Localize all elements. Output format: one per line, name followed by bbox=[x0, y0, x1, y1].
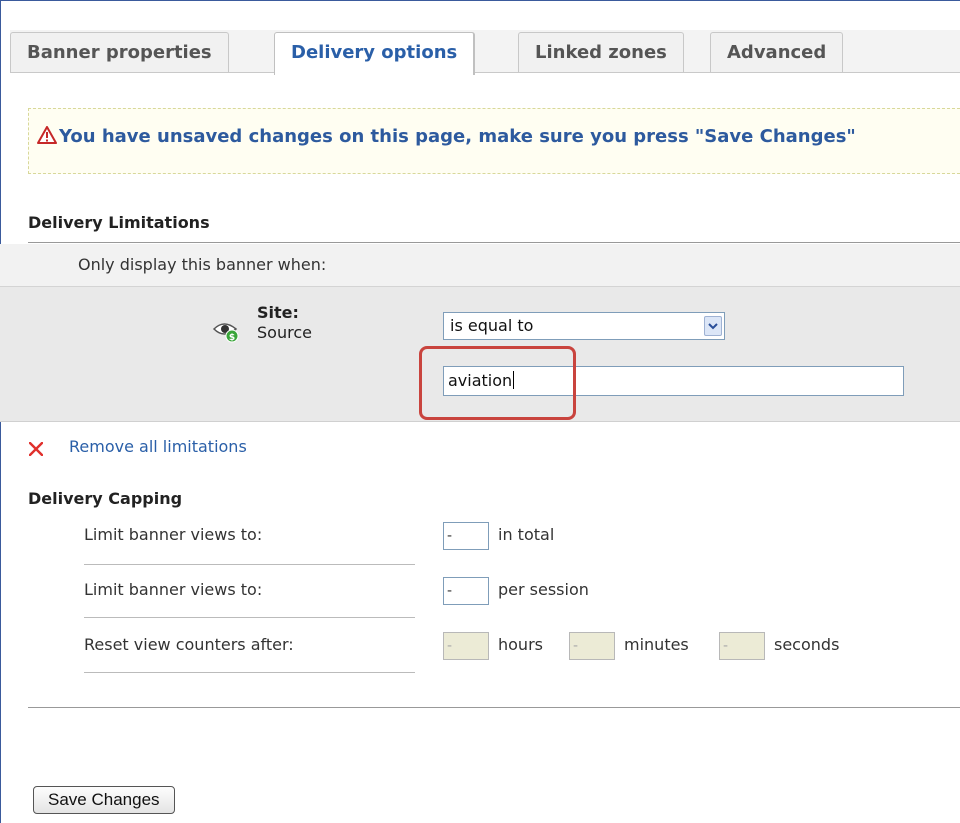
cap-unit: per session bbox=[498, 580, 589, 599]
operator-select[interactable]: is equal to bbox=[443, 312, 725, 340]
operator-selected-value: is equal to bbox=[450, 316, 534, 335]
delivery-limitations-title: Delivery Limitations bbox=[28, 213, 210, 232]
notice-text: You have unsaved changes on this page, m… bbox=[59, 126, 856, 147]
eye-icon: $ bbox=[212, 323, 239, 343]
total-views-input[interactable]: - bbox=[443, 522, 489, 550]
warning-icon bbox=[37, 126, 57, 144]
tab-advanced[interactable]: Advanced bbox=[710, 32, 844, 72]
limitations-intro-text: Only display this banner when: bbox=[78, 255, 327, 274]
svg-text:$: $ bbox=[229, 333, 235, 343]
remove-all-limitations-link[interactable]: Remove all limitations bbox=[69, 437, 247, 456]
reset-hours-input[interactable]: - bbox=[443, 632, 489, 660]
cap-row-divider bbox=[84, 564, 415, 565]
tab-banner-properties[interactable]: Banner properties bbox=[10, 32, 229, 72]
unsaved-changes-notice: You have unsaved changes on this page, m… bbox=[28, 108, 960, 174]
save-changes-button[interactable]: Save Changes bbox=[33, 786, 175, 814]
limitations-intro-row: Only display this banner when: bbox=[0, 244, 960, 287]
limitation-condition-row bbox=[0, 287, 960, 422]
condition-sub: Source bbox=[257, 323, 312, 342]
tab-bar: Banner properties Delivery options Linke… bbox=[10, 30, 960, 75]
text-cursor bbox=[513, 371, 515, 389]
delivery-capping-title: Delivery Capping bbox=[28, 489, 183, 508]
notice-line: You have unsaved changes on this page, m… bbox=[37, 126, 856, 147]
condition-value-text: aviation bbox=[448, 371, 513, 390]
condition-name: Site: bbox=[257, 303, 299, 322]
cap-row-label: Limit banner views to: bbox=[84, 580, 263, 599]
seconds-unit: seconds bbox=[774, 635, 840, 654]
minutes-unit: minutes bbox=[624, 635, 689, 654]
remove-x-icon[interactable] bbox=[29, 442, 43, 456]
condition-value-input[interactable]: aviation bbox=[443, 366, 904, 396]
cap-row-label: Reset view counters after: bbox=[84, 635, 294, 654]
tab-delivery-options[interactable]: Delivery options bbox=[274, 32, 476, 75]
bottom-divider bbox=[28, 707, 960, 708]
reset-minutes-input[interactable]: - bbox=[569, 632, 615, 660]
cap-row-divider bbox=[84, 672, 415, 673]
hours-unit: hours bbox=[498, 635, 543, 654]
session-views-input[interactable]: - bbox=[443, 577, 489, 605]
cap-row-divider bbox=[84, 617, 415, 618]
chevron-down-icon[interactable] bbox=[704, 316, 722, 336]
condition-label: Site: Source bbox=[257, 303, 312, 343]
limitations-divider bbox=[28, 242, 960, 243]
reset-seconds-input[interactable]: - bbox=[719, 632, 765, 660]
cap-row-label: Limit banner views to: bbox=[84, 525, 263, 544]
tab-linked-zones[interactable]: Linked zones bbox=[518, 32, 684, 72]
cap-unit: in total bbox=[498, 525, 555, 544]
